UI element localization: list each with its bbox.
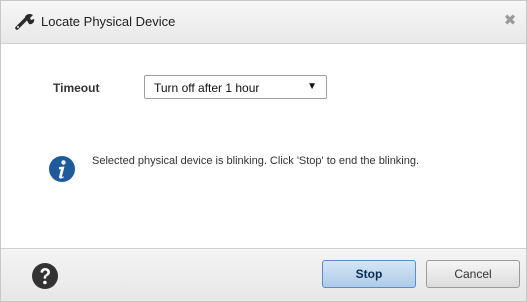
stop-button[interactable]: Stop [322, 260, 416, 288]
close-icon[interactable]: ✖ [502, 13, 518, 29]
help-icon[interactable] [31, 262, 59, 290]
dialog-title: Locate Physical Device [41, 14, 176, 29]
wrench-icon [15, 13, 35, 30]
dialog-footer: Stop Cancel [1, 248, 526, 301]
info-icon [49, 156, 75, 182]
timeout-label: Timeout [53, 81, 100, 95]
timeout-select[interactable]: Turn off after 1 hour ▼ [144, 75, 327, 99]
timeout-select-value: Turn off after 1 hour [154, 81, 260, 95]
chevron-down-icon: ▼ [307, 81, 317, 92]
dialog-titlebar: Locate Physical Device ✖ [1, 1, 526, 44]
cancel-button[interactable]: Cancel [426, 260, 520, 288]
locate-device-dialog: Locate Physical Device ✖ Timeout Turn of… [0, 0, 527, 302]
status-message: Selected physical device is blinking. Cl… [92, 155, 420, 167]
